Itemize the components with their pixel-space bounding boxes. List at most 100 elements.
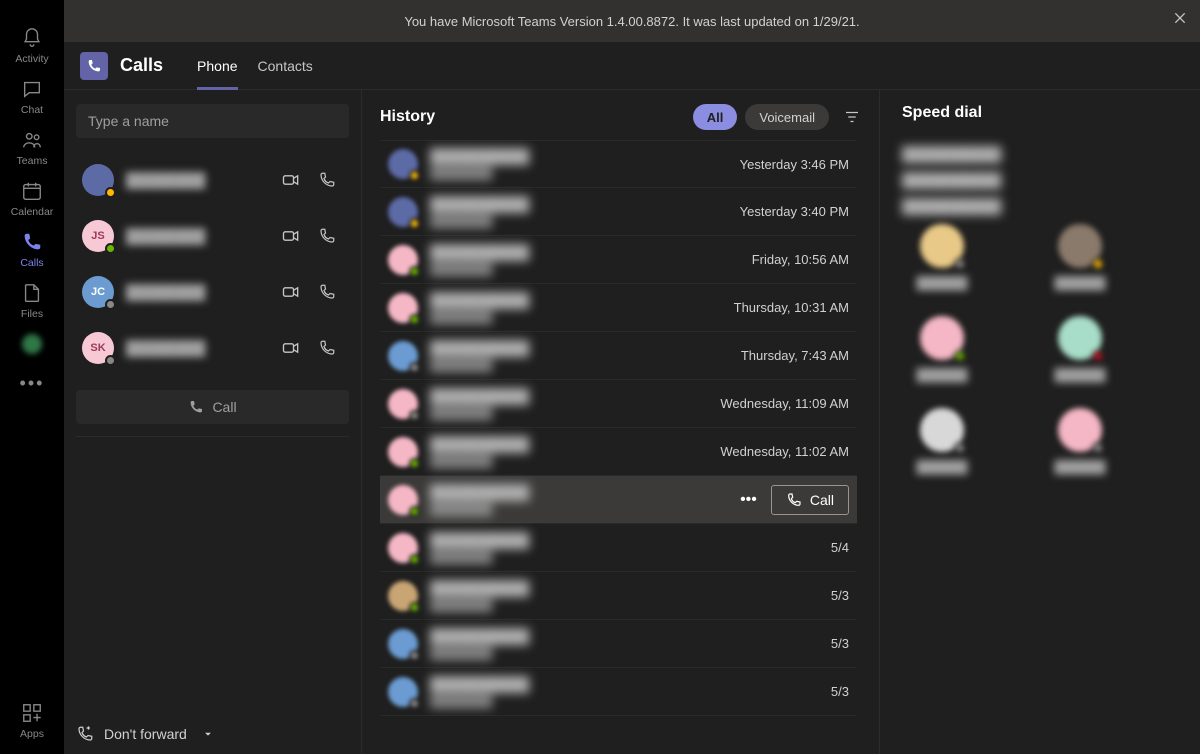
avatar: [388, 437, 418, 467]
bell-icon: [20, 26, 44, 50]
speed-dial-name: ██████: [1054, 276, 1105, 290]
avatar: JS: [82, 220, 114, 252]
history-row[interactable]: ██████████████████ 5/3: [380, 668, 857, 716]
rail-unknown-app[interactable]: [0, 324, 64, 363]
history-timestamp: 5/3: [831, 684, 849, 699]
contact-row[interactable]: JS ████████: [76, 208, 349, 264]
update-banner: You have Microsoft Teams Version 1.4.00.…: [64, 0, 1200, 42]
avatar: [920, 224, 964, 268]
history-timestamp: 5/3: [831, 588, 849, 603]
rail-activity[interactable]: Activity: [0, 18, 64, 69]
speed-dial-group-label: ██████████: [902, 172, 1178, 188]
audio-call-icon[interactable]: [317, 170, 337, 190]
call-back-button[interactable]: Call: [771, 485, 849, 515]
contact-row[interactable]: ████████: [76, 152, 349, 208]
history-name: ██████████████████: [430, 388, 720, 420]
contacts-column: ████████ JS ████████ JC ████████: [64, 90, 362, 754]
video-call-icon[interactable]: [281, 338, 301, 358]
history-timestamp: Thursday, 10:31 AM: [734, 300, 849, 315]
speed-dial-name: ██████: [1054, 460, 1105, 474]
speed-dial-name: ██████: [1054, 368, 1105, 382]
avatar: [388, 485, 418, 515]
history-row[interactable]: ██████████████████ Thursday, 7:43 AM: [380, 332, 857, 380]
history-row[interactable]: ██████████████████ 5/3: [380, 620, 857, 668]
avatar: JC: [82, 276, 114, 308]
more-icon: •••: [20, 371, 44, 395]
contact-actions: [281, 226, 337, 246]
history-row[interactable]: ██████████████████ Yesterday 3:40 PM: [380, 188, 857, 236]
avatar: [1058, 224, 1102, 268]
presence-badge: [409, 170, 420, 181]
presence-badge: [409, 506, 420, 517]
audio-call-icon[interactable]: [317, 338, 337, 358]
avatar: [388, 245, 418, 275]
contact-name: ████████: [126, 172, 281, 188]
history-row[interactable]: ██████████████████ 5/4: [380, 524, 857, 572]
history-row[interactable]: ██████████████████ Friday, 10:56 AM: [380, 236, 857, 284]
filter-all[interactable]: All: [693, 104, 738, 130]
speed-dial-item[interactable]: ██████: [1040, 408, 1120, 474]
avatar: [1058, 316, 1102, 360]
presence-badge: [409, 554, 420, 565]
more-icon[interactable]: •••: [734, 491, 763, 509]
contact-name: ████████: [126, 340, 281, 356]
history-name: ██████████████████: [430, 484, 734, 516]
history-row[interactable]: ██████████████████ Thursday, 10:31 AM: [380, 284, 857, 332]
history-row[interactable]: ██████████████████ Wednesday, 11:02 AM: [380, 428, 857, 476]
filter-icon[interactable]: [843, 108, 861, 126]
contact-name: ████████: [126, 284, 281, 300]
audio-call-icon[interactable]: [317, 226, 337, 246]
rail-apps[interactable]: Apps: [0, 693, 64, 744]
contact-row[interactable]: JC ████████: [76, 264, 349, 320]
speed-dial-group-label: ██████████: [902, 146, 1178, 162]
speed-dial-item[interactable]: ██████: [902, 316, 982, 382]
forward-settings[interactable]: Don't forward: [64, 714, 361, 754]
presence-badge: [105, 243, 116, 254]
rail-label: Files: [21, 308, 43, 320]
rail-chat[interactable]: Chat: [0, 69, 64, 120]
avatar: [388, 149, 418, 179]
rail-calls[interactable]: Calls: [0, 222, 64, 273]
history-row[interactable]: ██████████████████ Wednesday, 11:09 AM: [380, 380, 857, 428]
rail-label: Calls: [20, 257, 43, 269]
presence-badge: [409, 218, 420, 229]
presence-badge: [1092, 350, 1104, 362]
avatar: [388, 533, 418, 563]
search-input[interactable]: [76, 104, 349, 138]
history-row[interactable]: ██████████████████ Yesterday 3:46 PM: [380, 140, 857, 188]
rail-teams[interactable]: Teams: [0, 120, 64, 171]
avatar: [388, 341, 418, 371]
history-name: ██████████████████: [430, 244, 752, 276]
speed-dial-item[interactable]: ██████: [902, 408, 982, 474]
rail-calendar[interactable]: Calendar: [0, 171, 64, 222]
rail-more[interactable]: •••: [0, 363, 64, 402]
rail-files[interactable]: Files: [0, 273, 64, 324]
contact-row[interactable]: SK ████████: [76, 320, 349, 376]
speed-dial-item[interactable]: ██████: [1040, 224, 1120, 290]
speed-dial-grid: ██████ ██████: [902, 408, 1178, 474]
rail-label: Chat: [21, 104, 43, 116]
speed-dial-column: Speed dial █████████████████████████████…: [880, 90, 1200, 754]
call-button-label: Call: [212, 399, 236, 415]
app-rail: Activity Chat Teams Calendar Calls Files: [0, 0, 64, 754]
history-timestamp: Yesterday 3:40 PM: [740, 204, 849, 219]
history-row[interactable]: ██████████████████ ••• Call: [380, 476, 857, 524]
history-row[interactable]: ██████████████████ 5/3: [380, 572, 857, 620]
video-call-icon[interactable]: [281, 282, 301, 302]
video-call-icon[interactable]: [281, 226, 301, 246]
speed-dial-item[interactable]: ██████: [902, 224, 982, 290]
speed-dial-name: ██████: [916, 276, 967, 290]
history-list: ██████████████████ Yesterday 3:46 PM ███…: [380, 140, 861, 716]
presence-badge: [105, 187, 116, 198]
speed-dial-item[interactable]: ██████: [1040, 316, 1120, 382]
tab-phone[interactable]: Phone: [187, 42, 247, 90]
call-button[interactable]: Call: [76, 390, 349, 424]
tab-contacts[interactable]: Contacts: [248, 42, 323, 90]
chat-icon: [20, 77, 44, 101]
video-call-icon[interactable]: [281, 170, 301, 190]
filter-voicemail[interactable]: Voicemail: [745, 104, 829, 130]
calls-header: Calls Phone Contacts: [64, 42, 1200, 90]
close-icon[interactable]: [1172, 10, 1188, 26]
speed-dial-title: Speed dial: [902, 104, 1178, 122]
audio-call-icon[interactable]: [317, 282, 337, 302]
